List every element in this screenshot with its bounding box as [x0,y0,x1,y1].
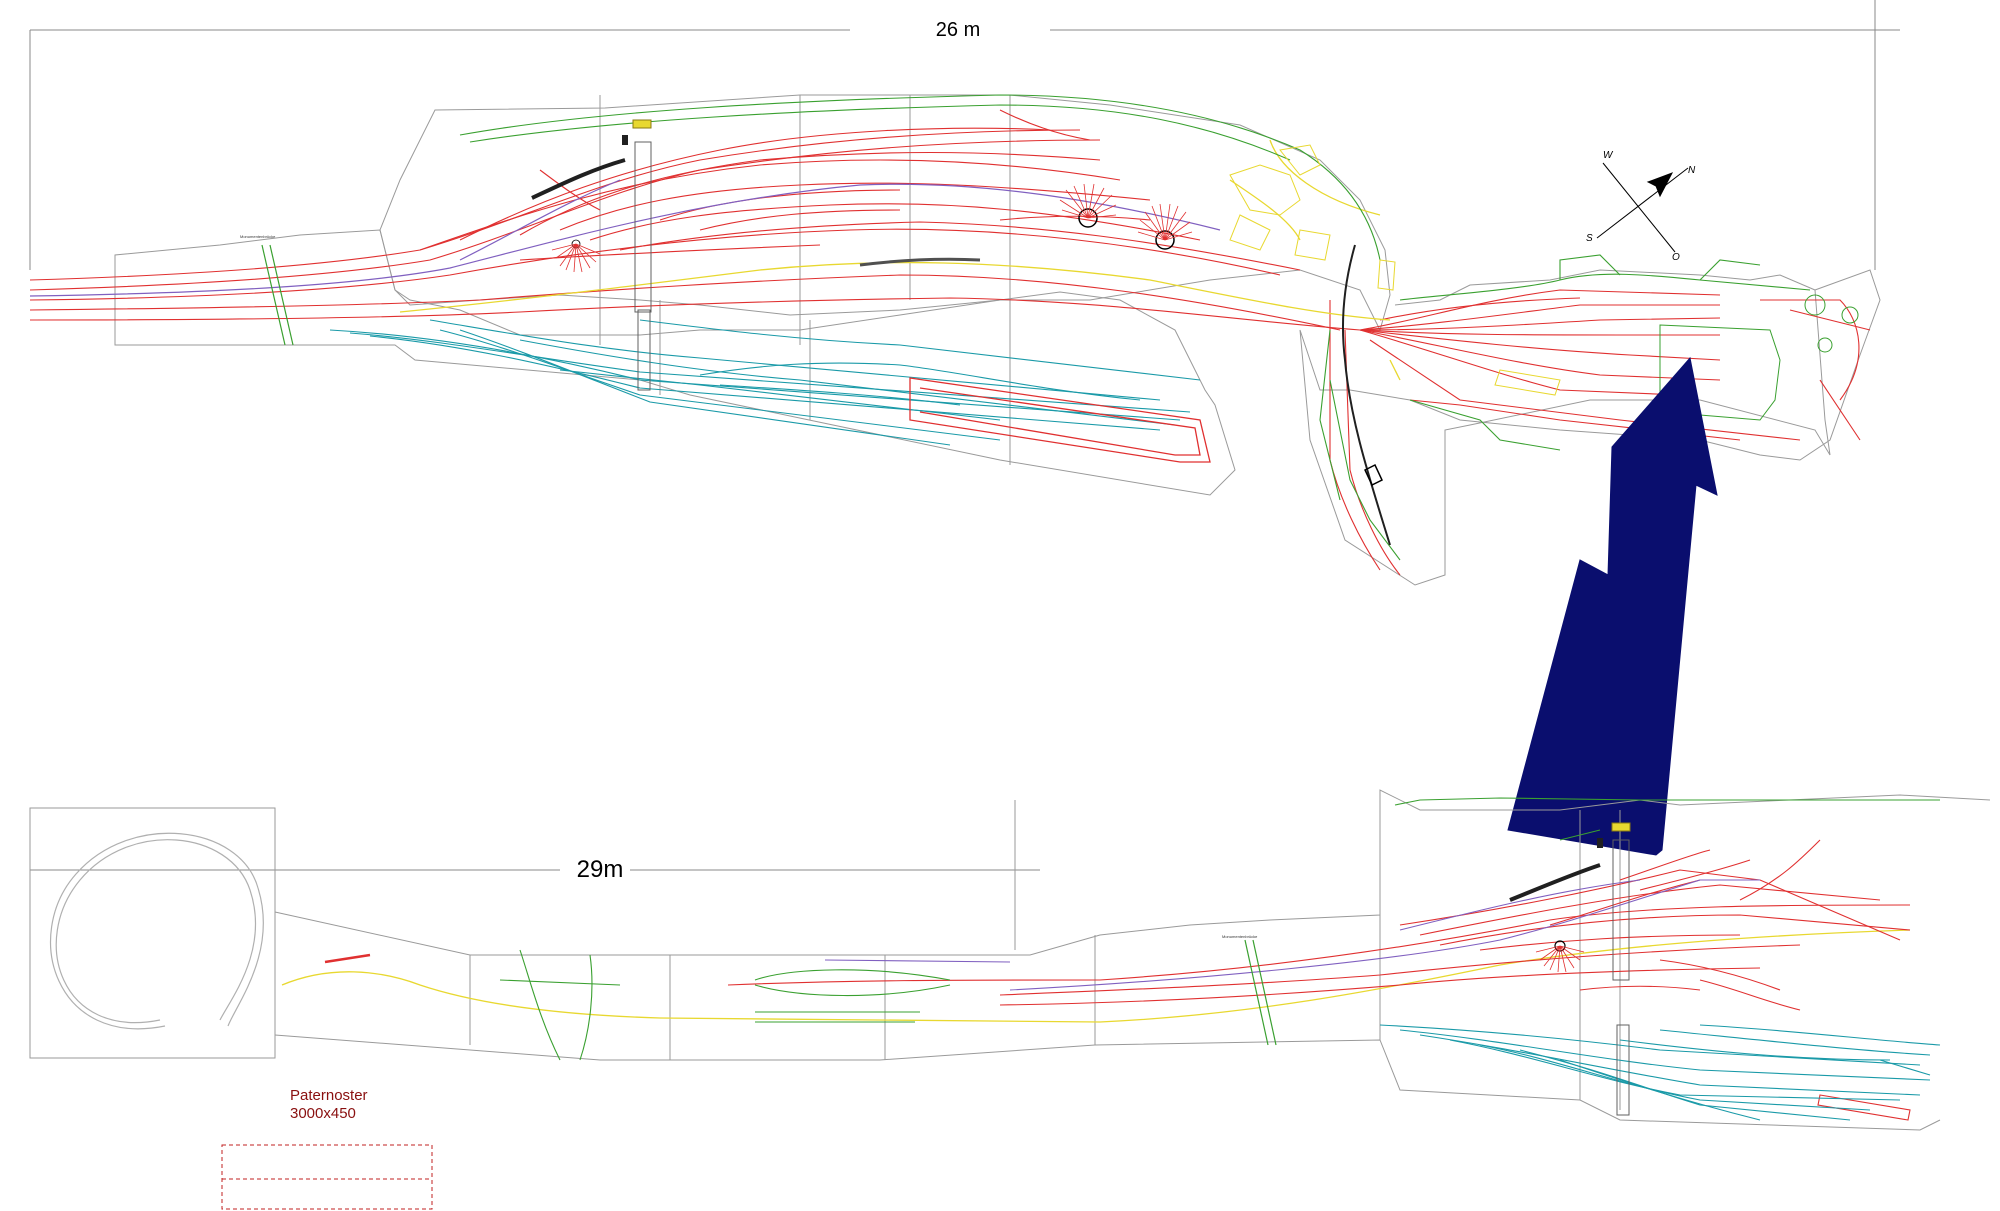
bottom-red-tracks [324,839,1911,1121]
top-bridge-label: Monumentenbrücke [240,234,276,239]
top-purple-tracks [29,179,1221,297]
bottom-dimension-label: 29m [577,856,624,883]
compass-rose [1596,162,1689,253]
top-turntables [551,183,1193,273]
paternoster-outline [221,1144,433,1210]
bottom-platform-details [1509,822,1631,1116]
compass-north-label: N [1688,165,1696,176]
compass-east-label: O [1672,252,1680,263]
bottom-yellow-tracks [281,929,1911,1023]
bottom-green-tracks [499,797,1940,1061]
top-small-bridge-marker [1364,463,1383,487]
top-yellow-buildings [1229,144,1561,396]
top-green-tracks [459,94,1811,561]
bottom-layout-plan: 29m Monumentenbrücke [29,789,1991,1131]
bottom-bridge-label: Monumentenbrücke [1222,934,1258,939]
paternoster-size: 3000x450 [290,1105,356,1122]
direction-arrow [1507,356,1718,856]
top-dimension-label: 26 m [936,19,980,41]
bottom-teal-tracks [1379,1024,1941,1121]
helix-module [29,807,276,1059]
top-red-tracks [29,109,1871,576]
compass-west-label: W [1603,150,1614,161]
compass-south-label: S [1586,233,1593,244]
top-monumenten-bridge [261,244,294,346]
bottom-monumenten-bridge [1244,939,1277,1046]
top-teal-tracks [329,319,1201,446]
bottom-baseboard-outline [274,789,1991,1131]
paternoster-title: Paternoster [290,1087,368,1104]
layout-plan-drawing: 26 m Monumentenbrücke W N S O 29m Monume… [29,0,1991,1210]
